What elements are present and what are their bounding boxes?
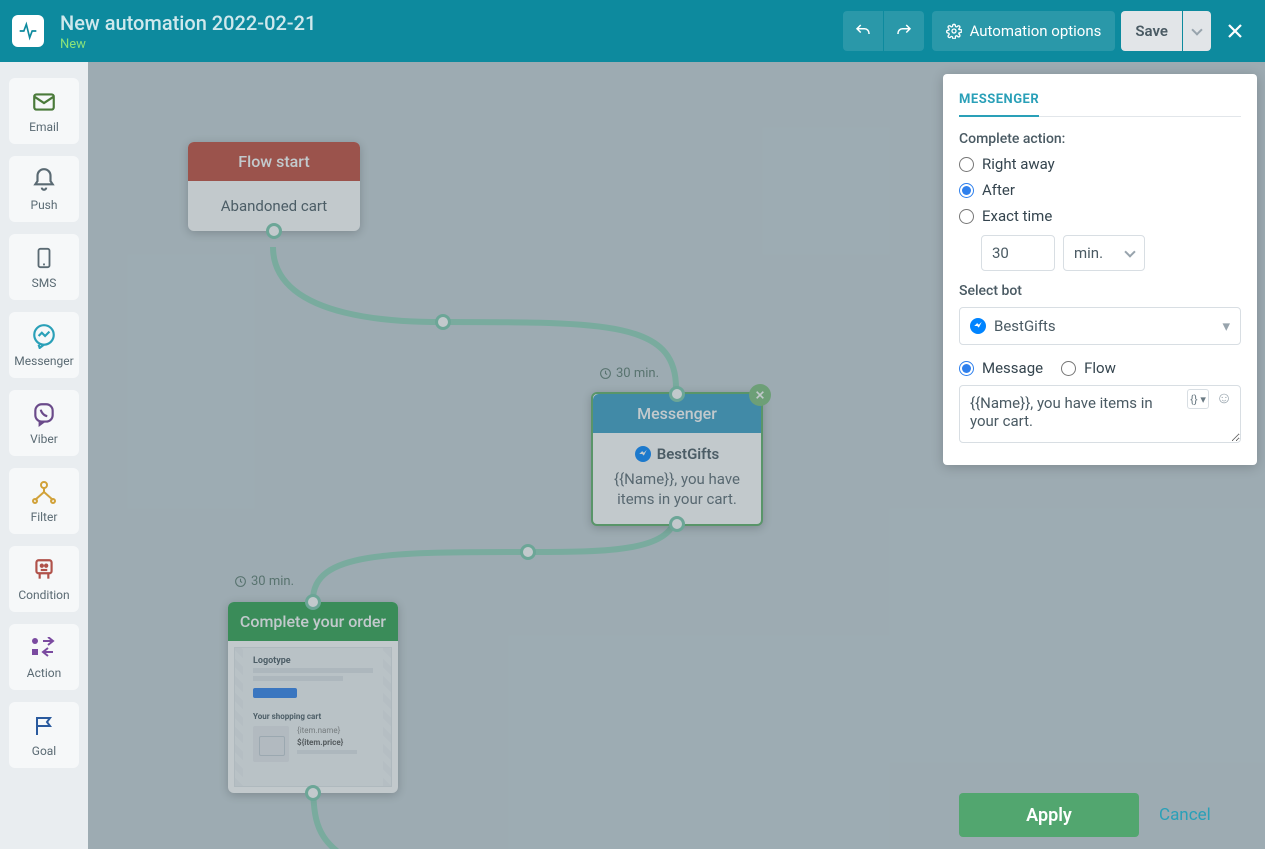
viber-icon (31, 400, 57, 428)
sidebar-item-label: Messenger (14, 354, 73, 368)
radio-mode-flow-input[interactable] (1061, 361, 1076, 376)
sidebar-item-label: Viber (30, 432, 58, 446)
complete-action-label: Complete action: (959, 131, 1241, 147)
messenger-platform-icon (970, 318, 986, 334)
goal-icon (32, 712, 56, 740)
redo-icon (895, 22, 913, 40)
cancel-button[interactable]: Cancel (1159, 805, 1211, 825)
radio-right-away-input[interactable] (959, 157, 974, 172)
sidebar-item-email[interactable]: Email (9, 78, 79, 144)
bot-select-value: BestGifts (994, 317, 1056, 335)
element-palette: Email Push SMS Messenger Viber Filter Co… (0, 62, 88, 849)
insert-variable-button[interactable]: {} ▾ (1187, 389, 1209, 409)
emoji-button[interactable]: ☺ (1215, 389, 1233, 407)
app-header: New automation 2022-02-21 New Automation… (0, 0, 1265, 62)
condition-icon (31, 556, 57, 584)
radio-right-away[interactable]: Right away (959, 155, 1241, 173)
bot-select[interactable]: BestGifts ▾ (959, 307, 1241, 345)
messenger-icon (31, 322, 57, 350)
automation-options-button[interactable]: Automation options (932, 11, 1116, 51)
sidebar-item-messenger[interactable]: Messenger (9, 312, 79, 378)
email-icon (31, 88, 57, 116)
sidebar-item-label: Email (29, 120, 59, 134)
sidebar-item-viber[interactable]: Viber (9, 390, 79, 456)
sidebar-item-condition[interactable]: Condition (9, 546, 79, 612)
radio-after-input[interactable] (959, 183, 974, 198)
radio-mode-message[interactable]: Message (959, 359, 1043, 377)
chevron-down-icon (1124, 246, 1135, 257)
sidebar-item-push[interactable]: Push (9, 156, 79, 222)
sidebar-item-label: Filter (31, 510, 58, 524)
sidebar-item-label: Action (27, 666, 61, 680)
panel-title: MESSENGER (959, 92, 1039, 117)
redo-button[interactable] (884, 11, 924, 51)
save-button[interactable]: Save (1121, 11, 1182, 51)
automation-status: New (60, 37, 837, 52)
sidebar-item-goal[interactable]: Goal (9, 702, 79, 768)
undo-icon (854, 22, 872, 40)
action-icon (30, 634, 58, 662)
sidebar-item-filter[interactable]: Filter (9, 468, 79, 534)
radio-exact-time[interactable]: Exact time (959, 207, 1241, 225)
radio-mode-message-input[interactable] (959, 361, 974, 376)
chevron-down-icon (1191, 24, 1202, 35)
sidebar-item-action[interactable]: Action (9, 624, 79, 690)
close-icon (1226, 22, 1244, 40)
save-dropdown-button[interactable] (1183, 11, 1211, 51)
sidebar-item-label: Condition (18, 588, 69, 602)
automation-title[interactable]: New automation 2022-02-21 (60, 11, 837, 35)
sidebar-item-sms[interactable]: SMS (9, 234, 79, 300)
chevron-down-icon: ▾ (1222, 317, 1230, 335)
automation-options-label: Automation options (970, 22, 1102, 40)
filter-icon (30, 478, 58, 506)
undo-button[interactable] (843, 11, 883, 51)
radio-exact-time-input[interactable] (959, 209, 974, 224)
apply-button[interactable]: Apply (959, 793, 1139, 837)
sms-icon (33, 244, 55, 272)
delay-value-input[interactable] (981, 235, 1055, 271)
sidebar-item-label: Goal (32, 744, 56, 758)
gear-icon (946, 23, 962, 39)
radio-mode-flow[interactable]: Flow (1061, 359, 1116, 377)
select-bot-label: Select bot (959, 283, 1241, 299)
sidebar-item-label: Push (31, 198, 58, 212)
radio-after[interactable]: After (959, 181, 1241, 199)
close-button[interactable] (1217, 11, 1253, 51)
sidebar-item-label: SMS (32, 276, 57, 290)
delay-unit-select[interactable]: min. (1063, 235, 1145, 271)
properties-panel: MESSENGER Complete action: Right away Af… (943, 74, 1257, 849)
app-logo (12, 15, 44, 47)
push-icon (31, 166, 57, 194)
